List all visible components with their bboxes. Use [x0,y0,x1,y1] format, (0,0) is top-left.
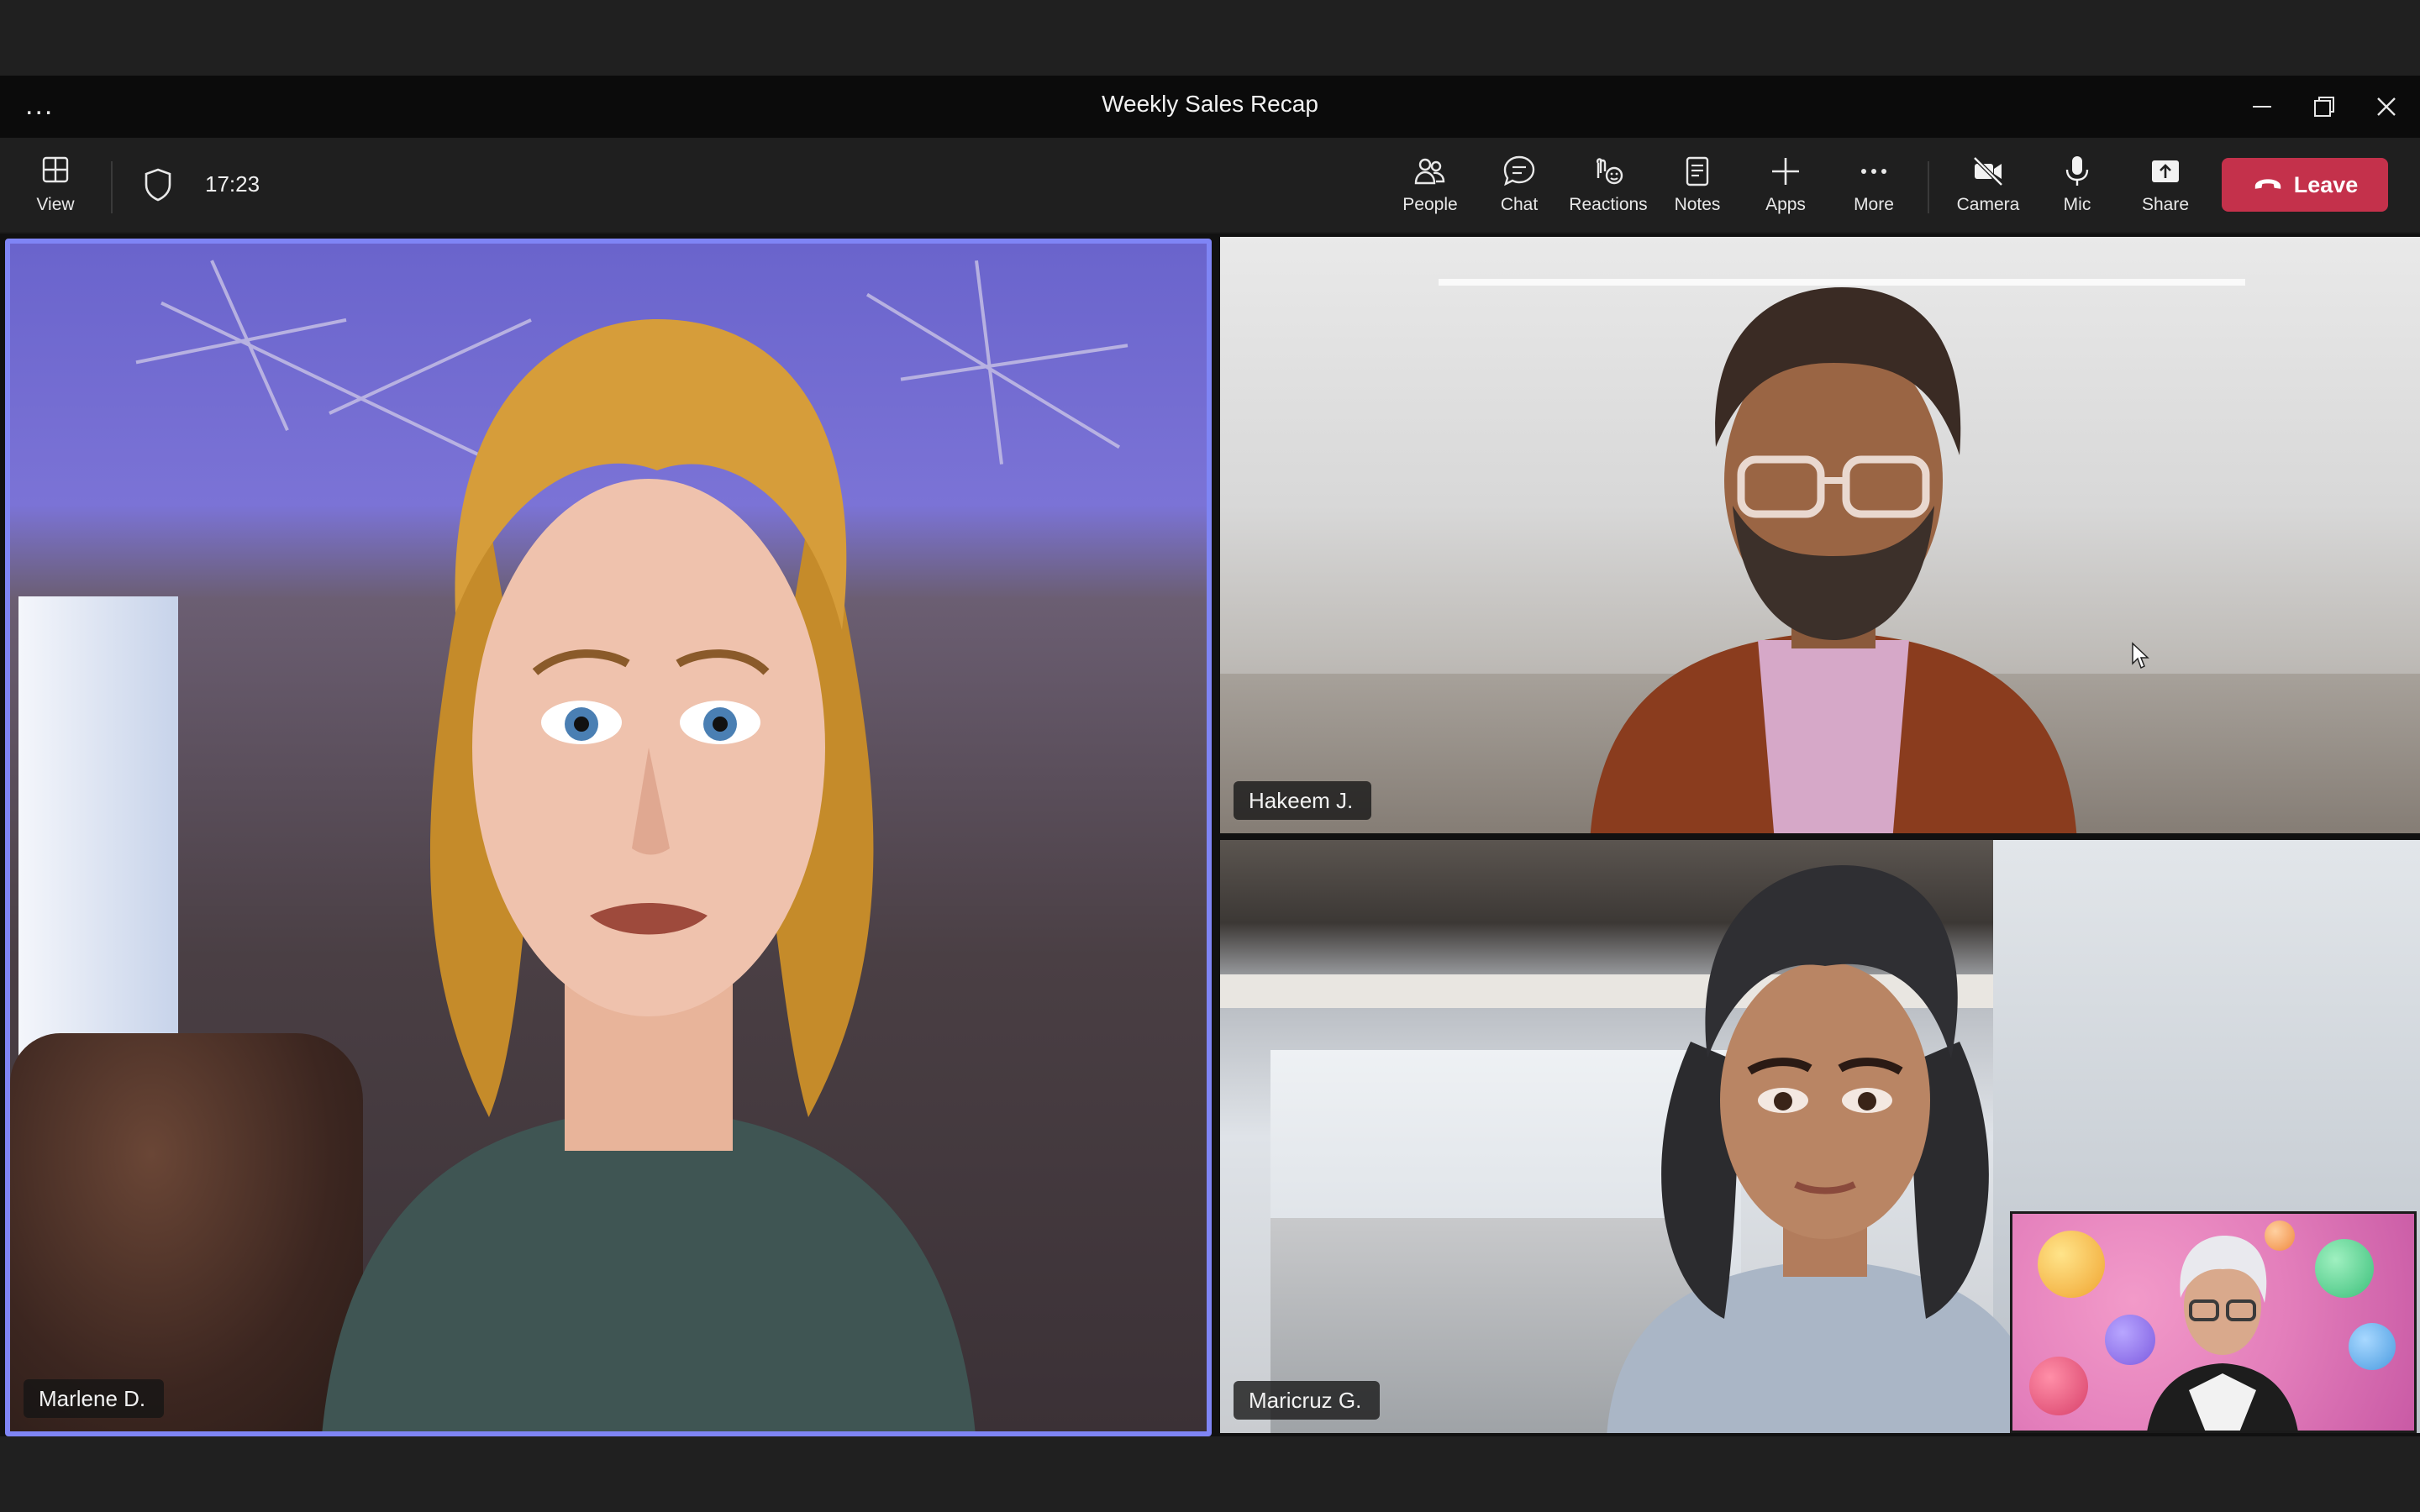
top-letterbox [0,0,2420,76]
participant-tile-active-speaker[interactable]: Marlene D. [5,239,1212,1436]
share-label: Share [2141,195,2190,214]
video-stage: Marlene D. Hakeem J. Maricruz G. [0,234,2420,1436]
participant-name-tag: Marlene D. [24,1379,165,1418]
meeting-timer: 17:23 [205,171,260,197]
grid-view-icon [42,156,69,183]
participant-name-tag: Hakeem J. [1234,781,1372,820]
meeting-toolbar: View 17:23 People Chat Reactions Notes A… [0,138,2420,232]
bottom-letterbox [0,1436,2420,1512]
avatar-hakeem [1590,287,2077,833]
more-label: More [1854,195,1894,214]
microphone-icon [2065,156,2089,186]
people-label: People [1402,195,1458,214]
avatar-maricruz [1607,865,2044,1433]
toolbar-divider [111,161,113,213]
notes-icon [1686,156,1709,186]
reactions-icon [1597,158,1623,185]
self-view-preview[interactable] [2010,1211,2417,1433]
minimize-icon [2253,106,2271,108]
avatar-self [2147,1236,2298,1431]
mouse-pointer-icon [2132,642,2149,669]
notes-label: Notes [1674,195,1721,214]
restore-button[interactable] [2299,87,2349,126]
people-icon [1414,158,1445,185]
restore-icon [2314,97,2334,117]
minimize-button[interactable] [2237,87,2287,126]
share-icon [2152,160,2179,182]
share-button[interactable]: Share [2125,153,2206,220]
reactions-button[interactable]: Reactions [1568,153,1649,220]
meeting-title: Weekly Sales Recap [1102,91,1318,117]
notes-button[interactable]: Notes [1657,153,1738,220]
camera-off-icon [1973,156,2003,186]
apps-button[interactable]: Apps [1745,153,1826,220]
view-button[interactable]: View [15,153,96,220]
mic-label: Mic [2063,195,2091,214]
chat-label: Chat [1500,195,1539,214]
plus-icon [1772,158,1799,185]
toolbar-divider [1928,161,1929,213]
hang-up-icon [2254,179,2281,189]
close-button[interactable] [2361,87,2412,126]
more-button[interactable]: More [1833,153,1914,220]
avatar-marlene [322,319,976,1431]
leave-label: Leave [2293,171,2359,197]
chat-button[interactable]: Chat [1479,153,1560,220]
more-icon [1861,169,1886,174]
camera-label: Camera [1956,195,2020,214]
leave-button[interactable]: Leave [2222,158,2388,212]
camera-button[interactable]: Camera [1948,153,2028,220]
participant-name-tag: Maricruz G. [1234,1381,1381,1420]
chat-icon [1503,155,1535,186]
participant-tile[interactable]: Hakeem J. [1220,237,2420,833]
shield-icon[interactable] [139,166,176,203]
people-button[interactable]: People [1390,153,1470,220]
apps-label: Apps [1765,195,1806,214]
reactions-label: Reactions [1569,195,1648,214]
close-icon [2377,97,2396,116]
view-label: View [36,195,75,214]
title-bar: ... Weekly Sales Recap [0,76,2420,138]
mic-button[interactable]: Mic [2037,153,2118,220]
